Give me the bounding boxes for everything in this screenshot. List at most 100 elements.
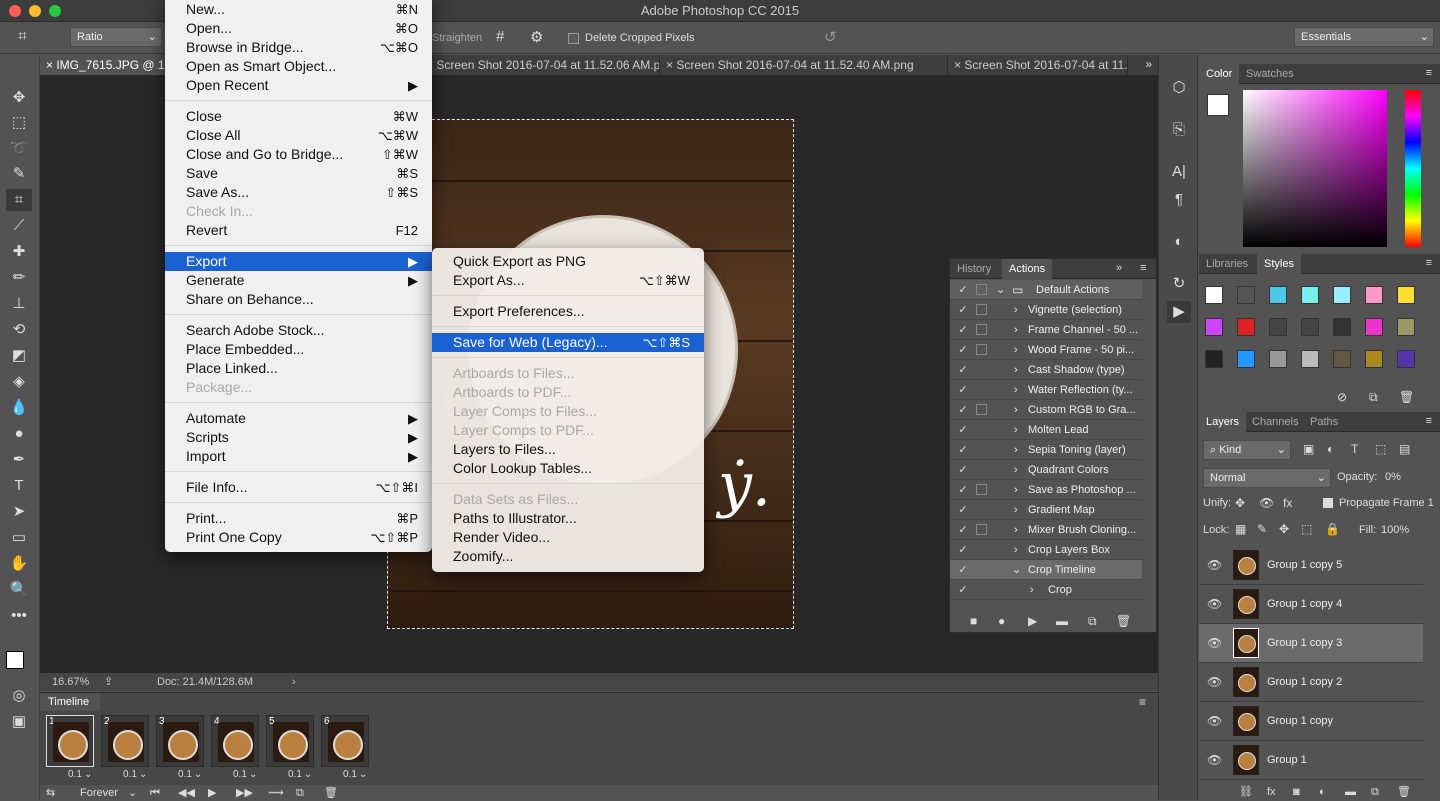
layer-row[interactable]: 👁 Group 1	[1199, 741, 1423, 780]
styles-panel-menu-icon[interactable]: ≡	[1426, 257, 1432, 269]
tabs-overflow-icon[interactable]: »	[1145, 57, 1152, 71]
menu-item-new[interactable]: New... ⌘N	[165, 0, 432, 19]
menu-item-import[interactable]: Import ▶	[165, 447, 432, 466]
tab-channels[interactable]: Channels	[1245, 412, 1305, 432]
layer-row-selected[interactable]: 👁 Group 1 copy 3	[1199, 624, 1423, 663]
adjustments-icon[interactable]: ◐	[1167, 231, 1191, 253]
timeline-frame[interactable]: 4	[211, 715, 259, 767]
new-layer-icon[interactable]: ⧉	[1371, 784, 1379, 800]
quick-select-tool-icon[interactable]: ✎	[6, 163, 32, 185]
adjustment-layer-icon[interactable]: ◐	[1319, 784, 1326, 800]
action-step-row[interactable]: ✓ › Crop	[950, 580, 1142, 600]
action-row[interactable]: ✓ › Crop Layers Box	[950, 540, 1142, 560]
new-style-icon[interactable]: ⧉	[1369, 390, 1378, 405]
action-row[interactable]: ✓ › Cast Shadow (type)	[950, 360, 1142, 380]
visibility-eye-icon[interactable]: 👁	[1207, 624, 1222, 662]
new-action-icon[interactable]: ⧉	[1088, 609, 1097, 633]
stop-icon[interactable]: ■	[970, 609, 977, 633]
pen-tool-icon[interactable]: ✒	[6, 449, 32, 471]
status-menu-icon[interactable]: ›	[292, 673, 296, 691]
menu-item-open[interactable]: Open... ⌘O	[165, 19, 432, 38]
menu-item-revert[interactable]: Revert F12	[165, 221, 432, 240]
zoom-level[interactable]: 16.67%	[52, 673, 89, 691]
style-swatch[interactable]	[1205, 286, 1223, 304]
visibility-eye-icon[interactable]: 👁	[1207, 663, 1222, 701]
action-row[interactable]: ✓ › Vignette (selection)	[950, 300, 1142, 320]
timeline-tab[interactable]: Timeline	[40, 693, 100, 711]
minimize-window-button[interactable]	[29, 5, 41, 17]
style-swatch[interactable]	[1237, 350, 1255, 368]
layers-panel-menu-icon[interactable]: ≡	[1426, 415, 1432, 427]
menu-item-layers-to-files[interactable]: Layers to Files...	[432, 440, 704, 459]
panel-menu-icon[interactable]: ≡	[1140, 262, 1146, 274]
hand-tool-icon[interactable]: ✋	[6, 553, 32, 575]
action-row[interactable]: ✓ › Mixer Brush Cloning...	[950, 520, 1142, 540]
lasso-tool-icon[interactable]: ➰	[6, 138, 32, 160]
menu-item-browse-bridge[interactable]: Browse in Bridge... ⌥⌘O	[165, 38, 432, 57]
lock-position-icon[interactable]: ✥	[1279, 522, 1289, 536]
style-swatch[interactable]	[1333, 350, 1351, 368]
menu-item-automate[interactable]: Automate ▶	[165, 409, 432, 428]
opacity-value[interactable]: 0%	[1385, 471, 1401, 483]
menu-item-print-one-copy[interactable]: Print One Copy ⌥⇧⌘P	[165, 528, 432, 547]
action-row[interactable]: ✓ › Save as Photoshop ...	[950, 480, 1142, 500]
layer-row[interactable]: 👁 Group 1 copy 4	[1199, 585, 1423, 624]
style-swatch[interactable]	[1269, 350, 1287, 368]
style-swatch[interactable]	[1333, 318, 1351, 336]
timeline-frame[interactable]: 3	[156, 715, 204, 767]
add-mask-icon[interactable]: ◙	[1293, 784, 1300, 800]
menu-item-export-preferences[interactable]: Export Preferences...	[432, 302, 704, 321]
crop-icon[interactable]: ⌗	[18, 28, 27, 46]
hue-slider[interactable]	[1405, 90, 1421, 247]
fg-color-swatch[interactable]	[1207, 94, 1229, 116]
tab-img-7615[interactable]: × IMG_7615.JPG @ 16.7% (Group 1 copy 3, …	[40, 55, 166, 75]
clear-style-icon[interactable]: ⊘	[1337, 390, 1347, 404]
lock-pixels-icon[interactable]: ✎	[1257, 522, 1267, 536]
visibility-eye-icon[interactable]: 👁	[1207, 741, 1222, 779]
menu-item-generate[interactable]: Generate ▶	[165, 271, 432, 290]
collapse-icon[interactable]: »	[1116, 262, 1122, 274]
style-swatch[interactable]	[1397, 350, 1415, 368]
style-swatch[interactable]	[1269, 318, 1287, 336]
menu-item-place-linked[interactable]: Place Linked...	[165, 359, 432, 378]
menu-item-open-smart-object[interactable]: Open as Smart Object...	[165, 57, 432, 76]
frame-delay[interactable]: 0.1	[123, 769, 137, 780]
prev-frame-icon[interactable]: ◀◀	[178, 785, 195, 801]
type-tool-icon[interactable]: T	[6, 475, 32, 497]
frame-delay[interactable]: 0.1	[178, 769, 192, 780]
menu-item-open-recent[interactable]: Open Recent ▶	[165, 76, 432, 95]
loop-select[interactable]: Forever	[80, 785, 118, 801]
frame-delay[interactable]: 0.1	[288, 769, 302, 780]
style-swatch[interactable]	[1237, 318, 1255, 336]
style-swatch[interactable]	[1301, 286, 1319, 304]
timeline-frame[interactable]: 1	[46, 715, 94, 767]
blur-tool-icon[interactable]: 💧	[6, 397, 32, 419]
style-swatch[interactable]	[1397, 286, 1415, 304]
tween-icon[interactable]: ⟿	[268, 785, 284, 801]
lock-all-icon[interactable]: 🔒	[1325, 522, 1340, 536]
propagate-checkbox[interactable]	[1323, 498, 1333, 508]
menu-item-save[interactable]: Save ⌘S	[165, 164, 432, 183]
menu-item-close-go-bridge[interactable]: Close and Go to Bridge... ⇧⌘W	[165, 145, 432, 164]
action-row[interactable]: ✓ › Wood Frame - 50 pi...	[950, 340, 1142, 360]
delete-cropped-checkbox[interactable]	[568, 33, 579, 44]
tab-actions[interactable]: Actions	[1002, 259, 1053, 279]
screen-mode-icon[interactable]: ▣	[6, 711, 32, 733]
unify-visibility-icon[interactable]: 👁	[1259, 496, 1274, 510]
stamp-tool-icon[interactable]: ⊥	[6, 293, 32, 315]
tab-swatches[interactable]: Swatches	[1239, 64, 1301, 84]
more-tools-icon[interactable]: •••	[6, 605, 32, 627]
record-icon[interactable]: ●	[998, 609, 1005, 633]
menu-item-print[interactable]: Print... ⌘P	[165, 509, 432, 528]
zoom-window-button[interactable]	[49, 5, 61, 17]
tab-libraries[interactable]: Libraries	[1199, 254, 1255, 274]
visibility-eye-icon[interactable]: 👁	[1207, 702, 1222, 740]
timeline-menu-icon[interactable]: ≡	[1139, 695, 1146, 709]
unify-position-icon[interactable]: ✥	[1235, 496, 1245, 510]
filter-shape-icon[interactable]: ⬚	[1375, 442, 1386, 456]
dodge-tool-icon[interactable]: ●	[6, 423, 32, 445]
visibility-eye-icon[interactable]: 👁	[1207, 585, 1222, 623]
visibility-eye-icon[interactable]: 👁	[1207, 546, 1222, 584]
delete-layer-icon[interactable]: 🗑	[1397, 784, 1411, 800]
reset-icon[interactable]: ↺	[824, 28, 837, 46]
